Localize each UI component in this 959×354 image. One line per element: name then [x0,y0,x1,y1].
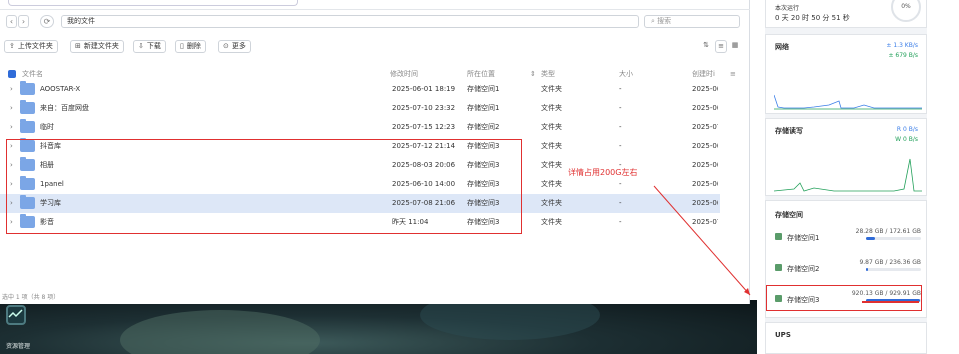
ups-card: UPS [765,322,927,354]
network-title: 网络 [775,43,789,51]
storage-usage-bar [866,237,921,240]
disk-io-card: 存储读写 R 0 B/s W 0 B/s [765,118,927,196]
disk-read: R 0 B/s [896,126,918,133]
storage-usage-fill [866,237,876,240]
storage-usage: 9.87 GB / 236.36 GB [859,259,921,266]
storage-cube-icon [775,264,782,271]
system-monitor-panel: 本次运行 0 天 20 时 50 分 51 秒 0% 网络 ± 1.3 KB/s… [765,0,927,354]
storage-title: 存储空间 [775,211,803,219]
uptime-card: 本次运行 0 天 20 时 50 分 51 秒 0% [765,0,927,28]
network-card: 网络 ± 1.3 KB/s ± 679 B/s [765,34,927,114]
storage-item[interactable]: 存储空间1 28.28 GB / 172.61 GB [775,228,925,248]
network-up: ± 1.3 KB/s [886,42,918,49]
highlight-underline [862,301,919,303]
storage-name: 存储空间1 [787,234,820,242]
storage-cube-icon [775,233,782,240]
cpu-gauge: 0% [891,0,921,22]
disk-graph [774,158,922,192]
highlight-box-storage [766,285,922,311]
storage-item[interactable]: 存储空间2 9.87 GB / 236.36 GB [775,259,925,279]
storage-usage: 28.28 GB / 172.61 GB [855,228,921,235]
disk-io-title: 存储读写 [775,127,803,135]
network-down: ± 679 B/s [888,52,918,59]
uptime-label: 本次运行 [775,5,800,12]
storage-usage-fill [866,268,869,271]
uptime-value: 0 天 20 时 50 分 51 秒 [775,14,850,22]
disk-write: W 0 B/s [895,136,918,143]
storage-name: 存储空间2 [787,265,820,273]
network-graph [774,94,922,110]
ups-title: UPS [775,331,791,339]
storage-usage-bar [866,268,921,271]
